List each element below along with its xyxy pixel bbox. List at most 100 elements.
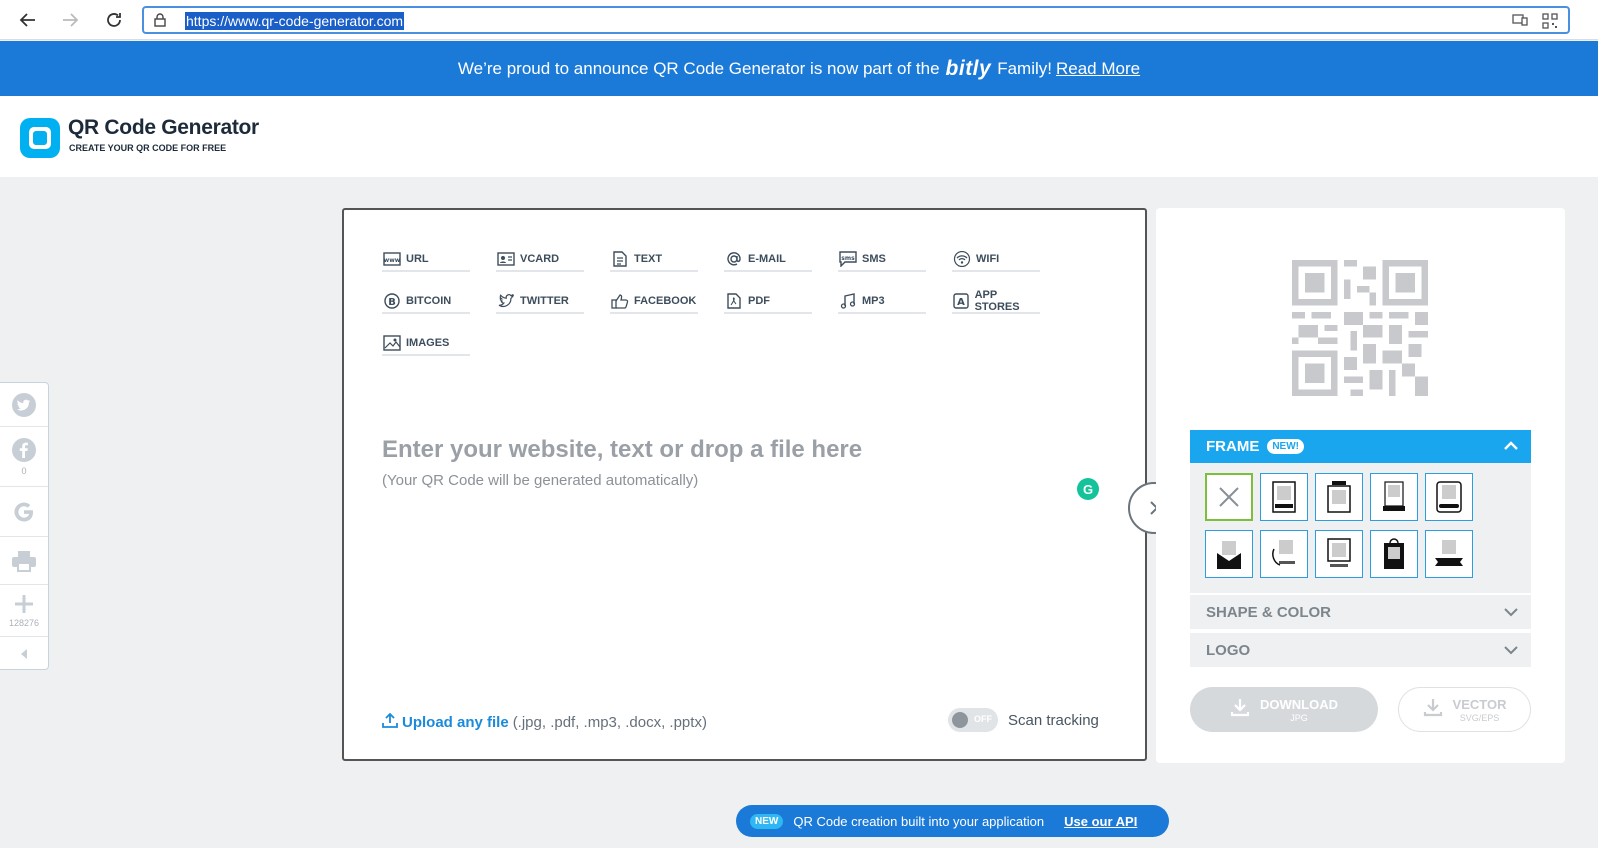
- upload-icon[interactable]: [382, 712, 398, 732]
- twitter-icon: [496, 293, 516, 309]
- type-images[interactable]: IMAGES: [382, 332, 470, 356]
- bitly-logo: bitly: [945, 56, 992, 80]
- printer-icon: [12, 550, 36, 572]
- www-icon: www: [382, 251, 402, 267]
- text-icon: [610, 251, 630, 267]
- frame-option-3[interactable]: [1370, 473, 1418, 521]
- google-icon: [14, 502, 34, 522]
- type-sms[interactable]: sms SMS: [838, 248, 926, 272]
- share-sidebar: 0 128276: [0, 382, 49, 670]
- api-promo-text: QR Code creation built into your applica…: [793, 813, 1045, 829]
- qr-content-panel: www URL VCARD TEXT E-MAIL sms SMS WIFI B…: [342, 208, 1147, 761]
- share-more-button[interactable]: 128276: [0, 585, 48, 637]
- reload-icon[interactable]: [102, 8, 126, 32]
- frame-option-9[interactable]: [1425, 530, 1473, 578]
- banner-text: We’re proud to announce QR Code Generato…: [457, 58, 940, 78]
- banner-suffix: Family!: [997, 58, 1052, 78]
- type-vcard[interactable]: VCARD: [496, 248, 584, 272]
- site-tagline: CREATE YOUR QR CODE FOR FREE: [69, 143, 227, 153]
- content-hint: (Your QR Code will be generated automati…: [382, 472, 699, 489]
- type-url[interactable]: www URL: [382, 248, 470, 272]
- twitter-icon: [12, 392, 36, 417]
- read-more-link[interactable]: Read More: [1056, 59, 1140, 79]
- svg-text:A: A: [957, 297, 965, 308]
- image-icon: [382, 335, 402, 351]
- qr-scan-icon[interactable]: [1542, 13, 1558, 34]
- chevron-down-icon: [1503, 643, 1519, 661]
- svg-text:www: www: [384, 257, 401, 264]
- print-button[interactable]: [0, 537, 48, 585]
- scan-tracking-toggle[interactable]: OFF: [948, 708, 998, 732]
- plus-icon: [15, 595, 33, 613]
- upload-file-types: (.jpg, .pdf, .mp3, .docx, .pptx): [512, 713, 707, 731]
- content-input[interactable]: Enter your website, text or drop a file …: [382, 436, 1022, 464]
- logo-section-header[interactable]: LOGO: [1190, 633, 1531, 667]
- download-icon: [1423, 697, 1443, 722]
- shape-color-label: SHAPE & COLOR: [1206, 603, 1332, 621]
- browser-toolbar: https://www.qr-code-generator.com: [0, 0, 1598, 40]
- reader-view-icon[interactable]: [1512, 13, 1528, 32]
- chevron-down-icon: [1503, 605, 1519, 623]
- chevron-up-icon: [1503, 438, 1519, 458]
- new-badge: NEW!: [1267, 439, 1304, 454]
- shape-color-section-header[interactable]: SHAPE & COLOR: [1190, 595, 1531, 629]
- toggle-knob: [952, 712, 968, 728]
- qr-code-preview: [1292, 260, 1428, 396]
- url-text[interactable]: https://www.qr-code-generator.com: [185, 12, 405, 30]
- frame-option-1[interactable]: [1260, 473, 1308, 521]
- facebook-icon: [12, 438, 36, 462]
- collapse-sidebar-button[interactable]: [0, 637, 48, 670]
- new-badge: NEW: [750, 813, 784, 829]
- site-header: QR Code Generator CREATE YOUR QR CODE FO…: [0, 96, 1598, 177]
- frame-option-none[interactable]: [1205, 473, 1253, 521]
- use-api-link[interactable]: Use our API: [1064, 814, 1137, 829]
- sms-icon: sms: [838, 251, 858, 267]
- frame-option-4[interactable]: [1425, 473, 1473, 521]
- svg-text:B: B: [388, 297, 396, 308]
- download-format: JPG: [1290, 712, 1308, 723]
- at-icon: [724, 251, 744, 267]
- type-email[interactable]: E-MAIL: [724, 248, 812, 272]
- share-facebook-button[interactable]: 0: [0, 427, 48, 487]
- type-facebook[interactable]: FACEBOOK: [610, 290, 698, 314]
- upload-file-link[interactable]: Upload any file: [402, 714, 509, 731]
- caret-left-icon: [21, 648, 27, 659]
- frame-label: FRAME: [1206, 438, 1260, 455]
- type-app-stores[interactable]: A APP STORES: [952, 289, 1040, 314]
- frame-option-5[interactable]: [1205, 530, 1253, 578]
- share-google-button[interactable]: [0, 487, 48, 537]
- forward-arrow-icon[interactable]: [58, 8, 82, 32]
- back-arrow-icon[interactable]: [16, 8, 40, 32]
- vcard-icon: [496, 251, 516, 267]
- upload-area: Upload any file (.jpg, .pdf, .mp3, .docx…: [382, 712, 707, 732]
- type-pdf[interactable]: PDF: [724, 290, 812, 314]
- share-twitter-button[interactable]: [0, 383, 48, 427]
- qr-generator-logo-icon[interactable]: [20, 118, 60, 158]
- bitcoin-icon: B: [382, 293, 402, 309]
- download-jpg-button[interactable]: DOWNLOAD JPG: [1190, 687, 1378, 732]
- api-promo[interactable]: NEW QR Code creation built into your app…: [736, 805, 1169, 837]
- type-twitter[interactable]: TWITTER: [496, 290, 584, 314]
- frame-section-header[interactable]: FRAME NEW!: [1190, 430, 1531, 463]
- close-icon: [1219, 487, 1239, 507]
- type-wifi[interactable]: WIFI: [952, 248, 1040, 272]
- download-vector-button[interactable]: VECTOR SVG/EPS: [1398, 687, 1531, 732]
- site-title[interactable]: QR Code Generator: [68, 116, 259, 140]
- frame-option-7[interactable]: [1315, 530, 1363, 578]
- svg-text:sms: sms: [841, 255, 855, 262]
- grammarly-icon[interactable]: G: [1077, 478, 1099, 500]
- toggle-state-label: OFF: [974, 714, 992, 724]
- type-mp3[interactable]: MP3: [838, 290, 926, 314]
- frame-option-8[interactable]: [1370, 530, 1418, 578]
- app-store-icon: A: [952, 293, 971, 309]
- music-note-icon: [838, 293, 858, 309]
- download-icon: [1230, 697, 1250, 722]
- frame-option-2[interactable]: [1315, 473, 1363, 521]
- logo-label: LOGO: [1206, 641, 1251, 659]
- frame-option-6[interactable]: [1260, 530, 1308, 578]
- type-text[interactable]: TEXT: [610, 248, 698, 272]
- scan-tracking: OFF Scan tracking: [948, 708, 1099, 732]
- address-bar[interactable]: https://www.qr-code-generator.com: [142, 6, 1570, 34]
- type-bitcoin[interactable]: B BITCOIN: [382, 290, 470, 314]
- lock-icon: [154, 13, 166, 32]
